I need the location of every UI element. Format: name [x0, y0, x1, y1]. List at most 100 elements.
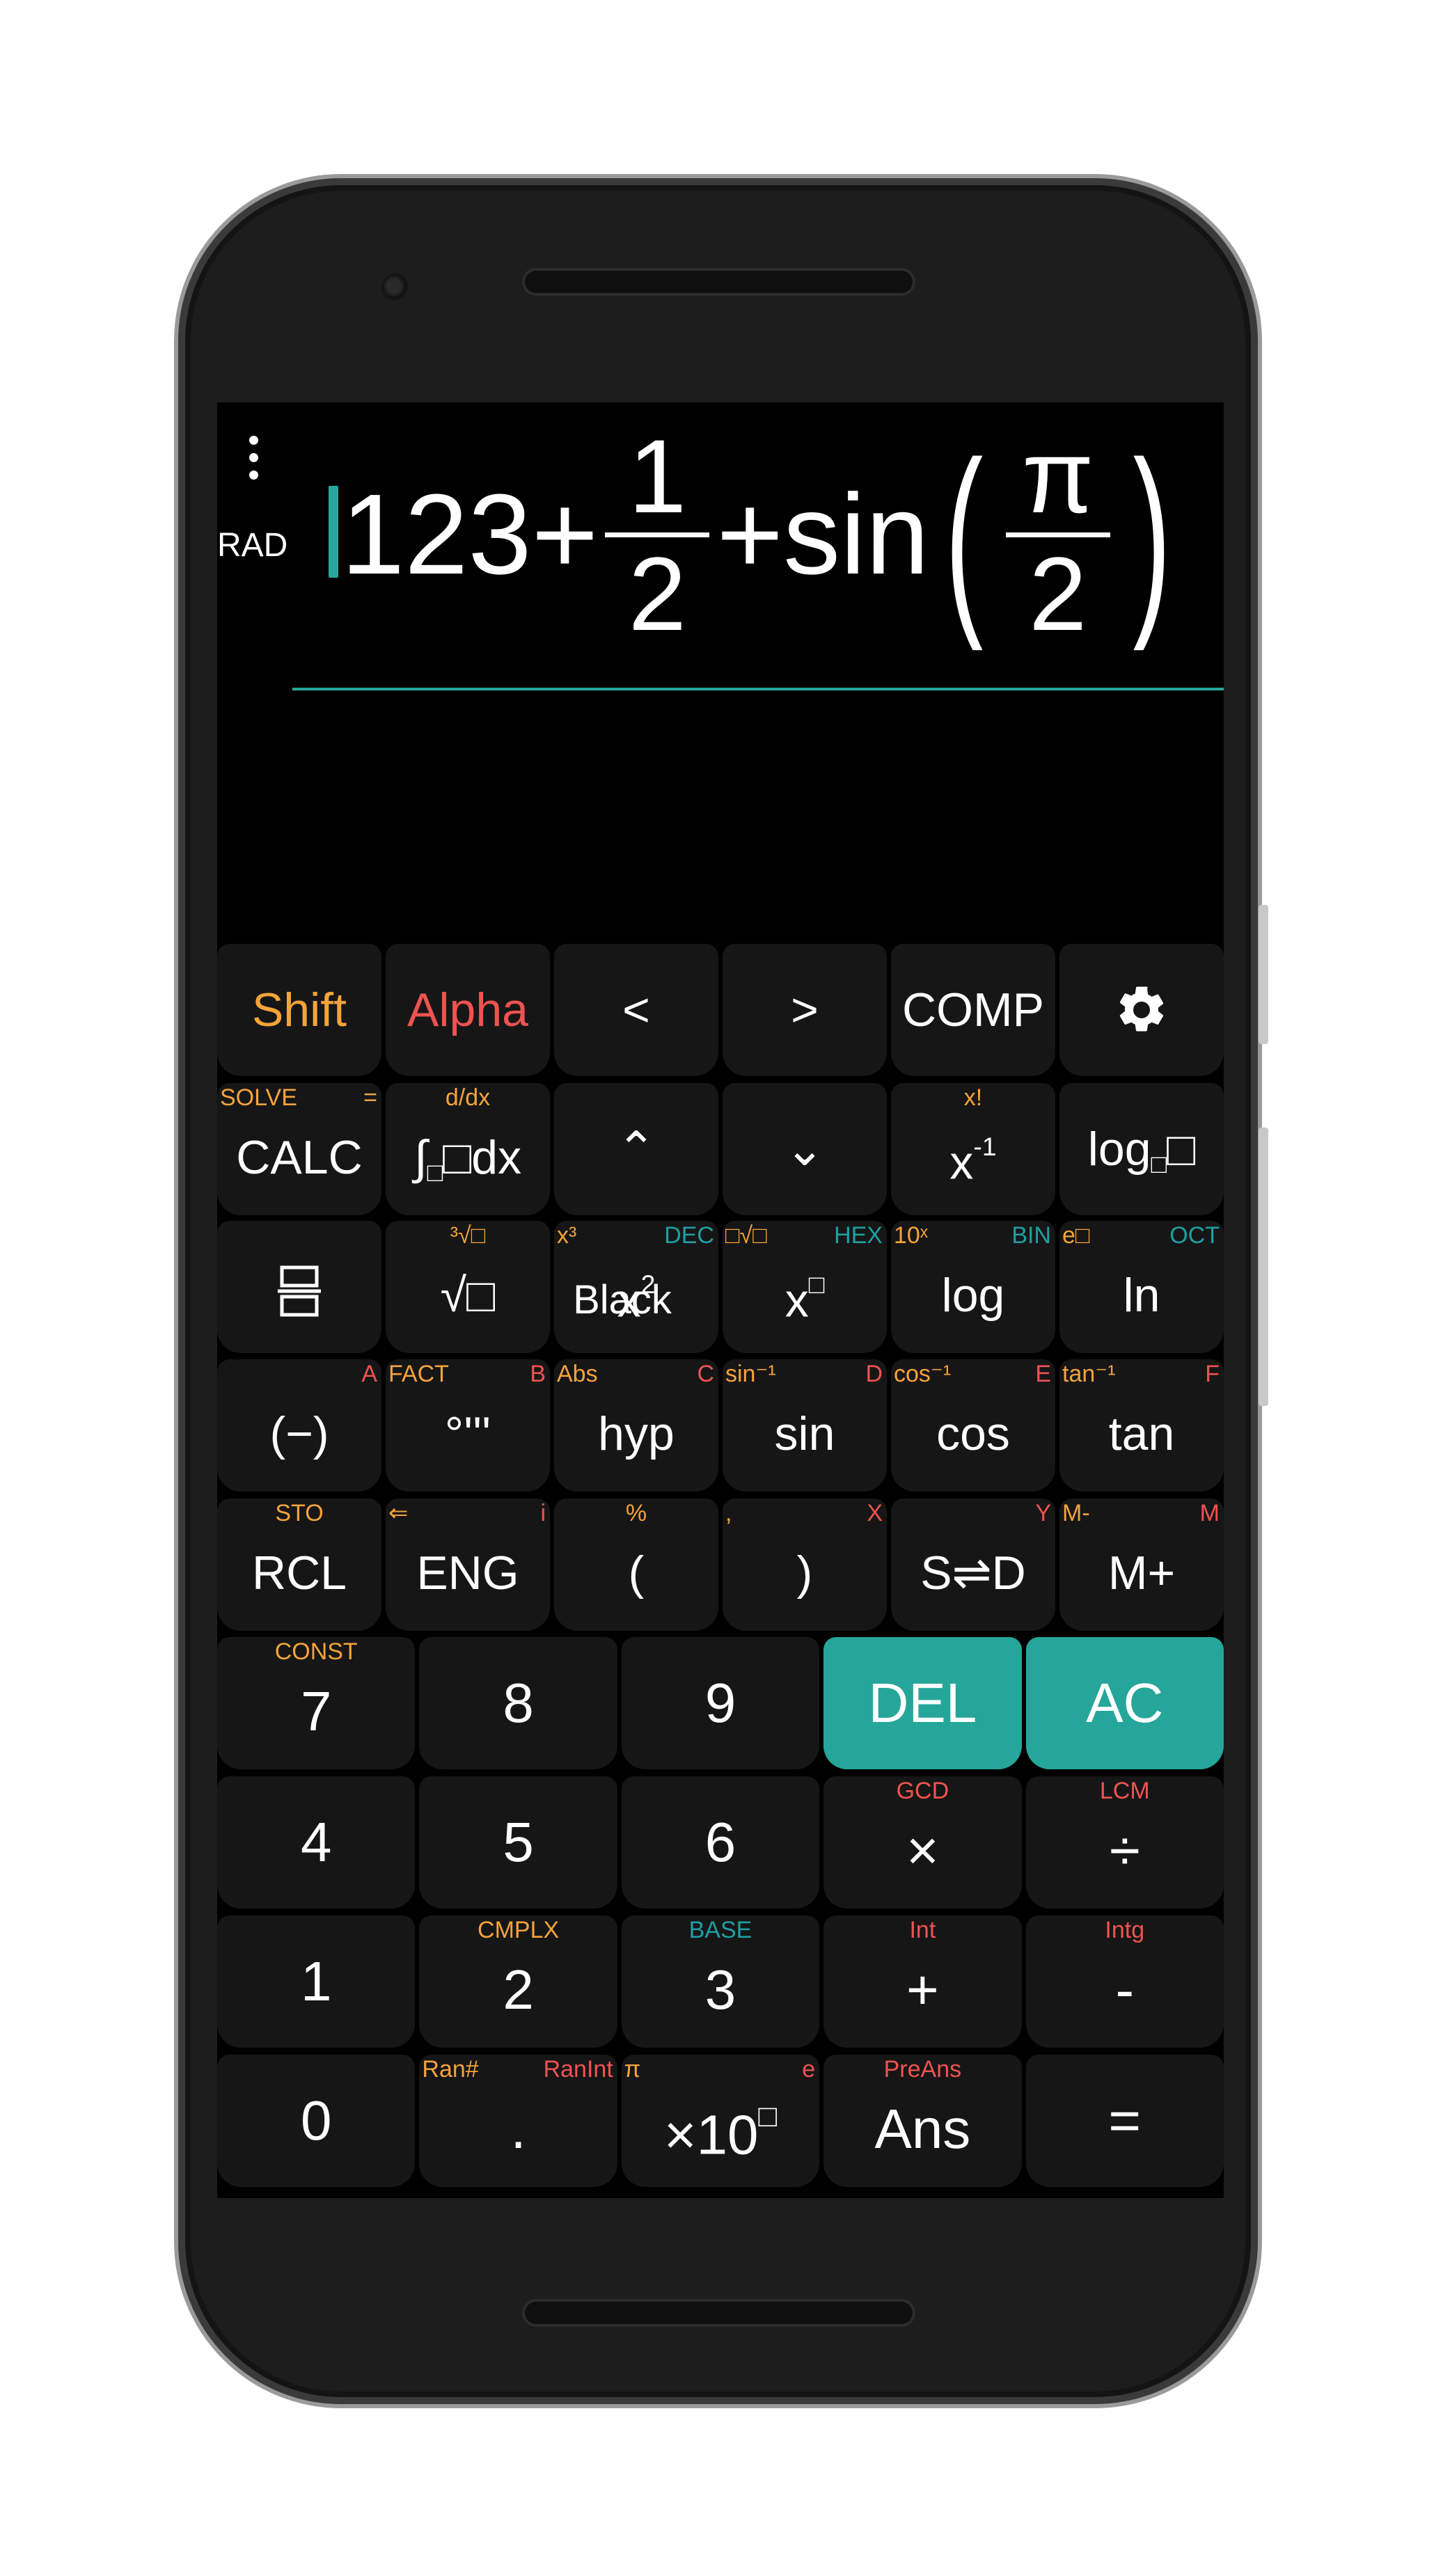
key-label: x□	[784, 1270, 825, 1327]
key-row4-3[interactable]: sin⁻¹ Dsin	[723, 1359, 887, 1492]
key-label: 3	[704, 1959, 736, 2021]
secondary-label: PreAns	[883, 2056, 962, 2083]
key-row8-2[interactable]: BASE 3	[621, 1915, 820, 2048]
secondary-label: Abs	[557, 1361, 598, 1387]
key-row2-5[interactable]: log□□	[1059, 1083, 1224, 1215]
key-row6-3[interactable]: DEL	[823, 1637, 1022, 1769]
more-menu-icon[interactable]	[246, 436, 260, 484]
fraction-one-half: 1 2	[605, 424, 710, 646]
key-row4-1[interactable]: FACT B °'''	[386, 1359, 550, 1492]
key-row3-2[interactable]: x³ DEC x2 Black	[554, 1221, 718, 1353]
key-label: CALC	[236, 1131, 363, 1184]
key-row5-3[interactable]: , X)	[723, 1499, 887, 1631]
key-row8-3[interactable]: Int +	[823, 1915, 1022, 2048]
key-label: hyp	[598, 1407, 675, 1460]
angle-mode-indicator: RAD	[217, 527, 288, 564]
key-row9-0[interactable]: 0	[217, 2055, 416, 2187]
key-row5-4[interactable]: Y S⇌D	[891, 1499, 1055, 1631]
key-row4-2[interactable]: Abs Chyp	[554, 1359, 718, 1492]
close-paren: )	[1133, 418, 1172, 651]
front-camera	[381, 274, 409, 301]
secondary-label: HEX	[834, 1222, 883, 1249]
key-row5-2[interactable]: %(	[554, 1499, 718, 1631]
secondary-label: π	[624, 2056, 641, 2083]
key-label: log□□	[1087, 1123, 1196, 1179]
key-row8-0[interactable]: 1	[217, 1915, 416, 2048]
key-label: √□	[440, 1269, 496, 1322]
key-row6-1[interactable]: 8	[419, 1637, 617, 1769]
secondary-label: M	[1199, 1500, 1220, 1526]
expression-input[interactable]: 123+ 1 2 +sin ( π 2 )	[341, 418, 1187, 651]
key-row1-4[interactable]: COMP	[891, 944, 1055, 1076]
key-label: 6	[704, 1811, 736, 1873]
key-label: 8	[503, 1672, 534, 1734]
key-label: ln	[1123, 1269, 1160, 1322]
bottom-speaker	[522, 2299, 915, 2327]
key-label: S⇌D	[920, 1547, 1026, 1599]
secondary-label: FACT	[388, 1361, 449, 1387]
key-row2-0[interactable]: SOLVE = CALC	[217, 1083, 381, 1215]
secondary-label: OCT	[1169, 1222, 1220, 1249]
key-row2-4[interactable]: x! x-1	[891, 1083, 1055, 1215]
secondary-label: %	[625, 1500, 647, 1526]
key-row1-5[interactable]	[1059, 944, 1224, 1076]
key-row4-4[interactable]: cos⁻¹ Ecos	[891, 1359, 1055, 1492]
key-row2-2[interactable]: ⌃	[554, 1083, 718, 1215]
key-row4-0[interactable]: A (−)	[217, 1359, 381, 1492]
key-row3-5[interactable]: e□ OCT ln	[1059, 1221, 1224, 1353]
key-row5-1[interactable]: ⇐ i ENG	[386, 1499, 550, 1631]
key-row7-2[interactable]: 6	[621, 1776, 820, 1909]
secondary-label: Int	[909, 1917, 936, 1943]
key-row6-4[interactable]: AC	[1025, 1637, 1224, 1769]
secondary-label: x³	[557, 1222, 577, 1249]
key-label: 7	[300, 1680, 332, 1742]
key-row1-3[interactable]: >	[723, 944, 887, 1076]
key-label: ×	[906, 1819, 939, 1881]
key-row3-1[interactable]: ³√□ √□	[386, 1221, 550, 1353]
key-row9-1[interactable]: Ran# RanInt.	[419, 2055, 617, 2187]
key-row1-0[interactable]: Shift	[217, 944, 381, 1076]
key-label: ⌄	[784, 1123, 825, 1176]
key-row3-4[interactable]: 10ˣ BIN log	[891, 1221, 1055, 1353]
key-row1-2[interactable]: <	[554, 944, 718, 1076]
volume-button	[1259, 905, 1268, 1044]
key-row5-0[interactable]: STO RCL	[217, 1499, 381, 1631]
key-row8-4[interactable]: Intg -	[1025, 1915, 1224, 2048]
key-row3-0[interactable]	[217, 1221, 381, 1353]
key-row9-3[interactable]: PreAns Ans	[823, 2055, 1022, 2187]
key-row8-1[interactable]: CMPLX 2	[419, 1915, 617, 2048]
key-row1-1[interactable]: Alpha	[386, 944, 550, 1076]
key-label: -	[1115, 1959, 1135, 2021]
key-label: )	[796, 1547, 813, 1599]
key-row7-4[interactable]: LCM ÷	[1025, 1776, 1224, 1909]
key-row5-5[interactable]: M- M M+	[1059, 1499, 1224, 1631]
key-row2-1[interactable]: d/dx ∫□□dx	[386, 1083, 550, 1215]
key-label: sin	[774, 1407, 835, 1460]
secondary-label: CONST	[274, 1638, 358, 1665]
key-label: >	[791, 983, 819, 1036]
secondary-label: D	[865, 1361, 883, 1387]
key-label: Ans	[874, 2098, 971, 2160]
fraction-template-icon	[217, 1263, 381, 1327]
key-row7-3[interactable]: GCD ×	[823, 1776, 1022, 1909]
key-row4-5[interactable]: tan⁻¹ Ftan	[1059, 1359, 1224, 1492]
key-label: RCL	[251, 1547, 347, 1599]
key-row3-3[interactable]: □√□ HEX x□	[723, 1221, 887, 1353]
key-label: (−)	[269, 1407, 329, 1460]
key-row9-2[interactable]: π e ×10□	[621, 2055, 820, 2187]
input-underline	[292, 688, 1224, 690]
fraction-numerator: π	[1021, 417, 1094, 535]
calculator-screen: RAD 123+ 1 2 +sin ( π 2 ) Shift Alpha < > CO…	[217, 402, 1224, 2198]
key-row2-3[interactable]: ⌄	[723, 1083, 887, 1215]
key-row6-2[interactable]: 9	[621, 1637, 820, 1769]
key-row7-1[interactable]: 5	[419, 1776, 617, 1909]
secondary-label: □√□	[725, 1222, 767, 1249]
secondary-label: Ran#	[422, 2056, 479, 2083]
secondary-label: C	[697, 1361, 714, 1387]
secondary-label: BASE	[688, 1917, 752, 1943]
secondary-label: X	[867, 1500, 883, 1526]
key-row9-4[interactable]: =	[1025, 2055, 1224, 2187]
key-row6-0[interactable]: CONST 7	[217, 1637, 416, 1769]
key-row7-0[interactable]: 4	[217, 1776, 416, 1909]
secondary-label: ⇐	[388, 1500, 409, 1526]
